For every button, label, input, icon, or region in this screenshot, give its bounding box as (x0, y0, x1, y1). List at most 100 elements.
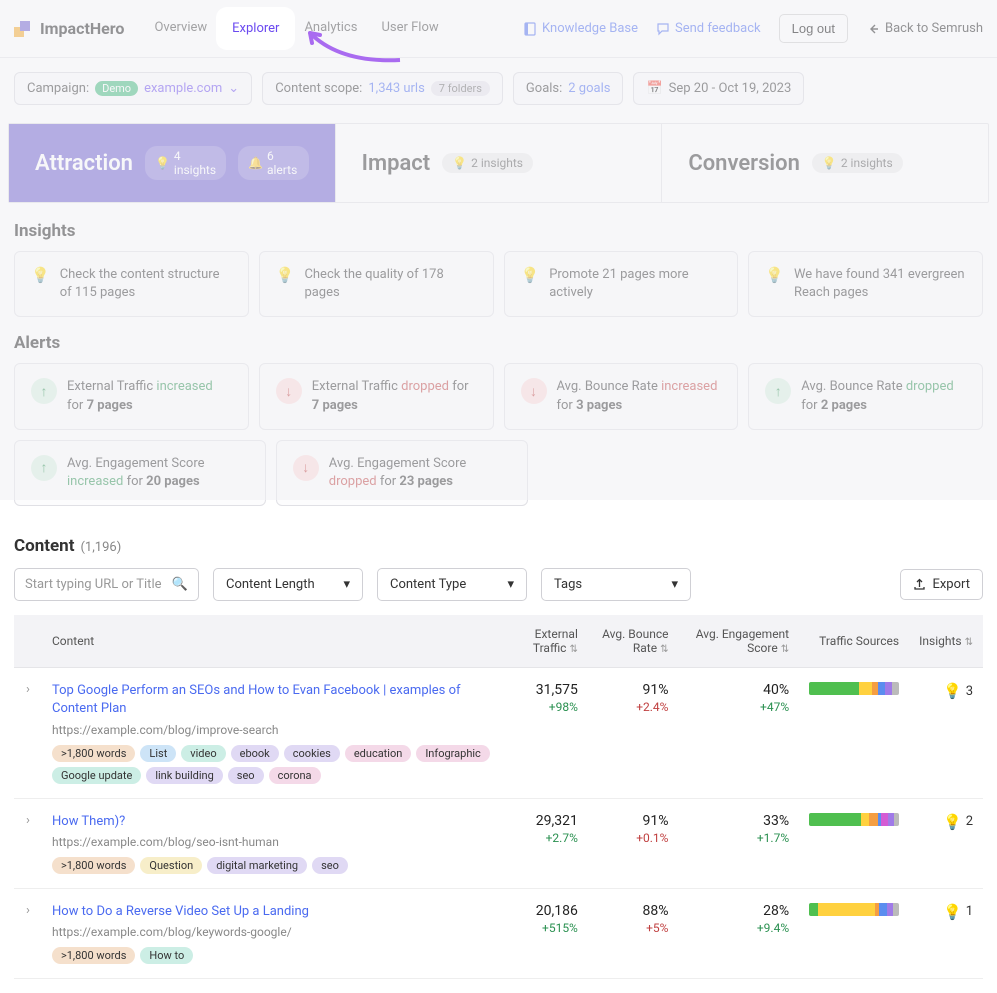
chevron-down-icon: ▾ (507, 577, 514, 592)
trend-up-icon: ↑ (765, 378, 791, 404)
chevron-down-icon: ▾ (343, 577, 350, 592)
tags-filter[interactable]: Tags▾ (541, 568, 691, 601)
alert-card[interactable]: ↑Avg. Engagement Score increased for 20 … (14, 440, 266, 506)
tag[interactable]: List (140, 745, 176, 762)
content-scope-selector[interactable]: Content scope: 1,343 urls 7 folders (262, 72, 503, 105)
bulb-icon: 💡 (943, 903, 962, 921)
trend-down-icon: ↓ (521, 378, 547, 404)
return-arrow-icon (866, 22, 880, 36)
alert-card[interactable]: ↑External Traffic increased for 7 pages (14, 363, 249, 429)
col-engagement[interactable]: Avg. Engagement Score⇅ (678, 615, 799, 668)
expand-row-icon[interactable]: › (26, 813, 30, 828)
tag[interactable]: cookies (284, 745, 340, 762)
sort-icon: ⇅ (781, 644, 789, 655)
col-traffic[interactable]: External Traffic⇅ (501, 615, 588, 668)
col-bounce[interactable]: Avg. Bounce Rate⇅ (588, 615, 679, 668)
logo-icon (14, 19, 34, 39)
traffic-sources-bar[interactable] (809, 903, 899, 916)
tag[interactable]: seo (228, 767, 264, 784)
expand-row-icon[interactable]: › (26, 682, 30, 697)
date-range-selector[interactable]: 📅 Sep 20 - Oct 19, 2023 (633, 72, 804, 105)
tag[interactable]: link building (146, 767, 222, 784)
sort-icon: ⇅ (569, 644, 577, 655)
alert-card[interactable]: ↓Avg. Bounce Rate increased for 3 pages (504, 363, 739, 429)
bulb-icon: 💡 (765, 266, 784, 284)
back-to-semrush-link[interactable]: Back to Semrush (866, 21, 983, 36)
tag[interactable]: >1,800 words (52, 857, 135, 874)
col-content[interactable]: Content (42, 615, 501, 668)
content-title-link[interactable]: How Them)? (52, 813, 491, 831)
bulb-icon: 💡 (943, 682, 962, 700)
tag[interactable]: Google update (52, 767, 141, 784)
tag[interactable]: How to (140, 947, 193, 964)
tag[interactable]: >1,800 words (52, 745, 135, 762)
traffic-sources-bar[interactable] (809, 682, 899, 695)
bulb-icon: 💡 (155, 156, 170, 170)
content-type-filter[interactable]: Content Type▾ (377, 568, 527, 601)
send-feedback-link[interactable]: Send feedback (656, 21, 761, 36)
tag[interactable]: ebook (231, 745, 279, 762)
tab-conversion[interactable]: Conversion 💡2 insights (662, 124, 988, 202)
campaign-selector[interactable]: Campaign: Demo example.com ⌄ (14, 72, 252, 105)
insight-card[interactable]: 💡We have found 341 evergreen Reach pages (748, 251, 983, 317)
chat-icon (656, 22, 670, 36)
book-icon (523, 22, 537, 36)
search-input[interactable]: Start typing URL or Title 🔍 (14, 568, 199, 601)
export-icon (913, 578, 926, 591)
content-count: (1,196) (80, 540, 121, 555)
tab-impact[interactable]: Impact 💡2 insights (336, 124, 663, 202)
table-row: › How Them)? https://example.com/blog/seo-… (14, 798, 983, 888)
logout-button[interactable]: Log out (779, 14, 848, 43)
alert-card[interactable]: ↓Avg. Engagement Score dropped for 23 pa… (276, 440, 528, 506)
nav-explorer[interactable]: Explorer (219, 10, 292, 47)
insights-section: Insights 💡Check the content structure of… (0, 221, 997, 333)
export-button[interactable]: Export (900, 569, 983, 600)
chevron-down-icon: ▾ (671, 577, 678, 592)
bulb-icon: 💡 (452, 156, 467, 170)
traffic-sources-bar[interactable] (809, 813, 899, 826)
alert-card[interactable]: ↓External Traffic dropped for 7 pages (259, 363, 494, 429)
nav-analytics[interactable]: Analytics (292, 10, 369, 47)
tag[interactable]: >1,800 words (52, 947, 135, 964)
logo[interactable]: ImpactHero (14, 19, 124, 39)
bulb-icon: 💡 (276, 266, 295, 284)
tag[interactable]: Infographic (416, 745, 490, 762)
alerts-heading: Alerts (14, 333, 983, 353)
content-length-filter[interactable]: Content Length▾ (213, 568, 363, 601)
bell-icon: 🔔 (248, 156, 263, 170)
filter-bar: Campaign: Demo example.com ⌄ Content sco… (0, 58, 997, 119)
table-row: › Top Google Perform an SEOs and How to E… (14, 668, 983, 798)
nav-overview[interactable]: Overview (142, 10, 219, 47)
tab-attraction[interactable]: Attraction 💡4 insights 🔔6 alerts (9, 124, 336, 202)
content-title-link[interactable]: Top Google Perform an SEOs and How to Ev… (52, 682, 491, 718)
knowledge-base-link[interactable]: Knowledge Base (523, 21, 638, 36)
tag[interactable]: video (181, 745, 225, 762)
bulb-icon: 💡 (943, 813, 962, 831)
bulb-icon: 💡 (521, 266, 540, 284)
bulb-icon: 💡 (822, 156, 837, 170)
content-title-link[interactable]: How to Do a Reverse Video Set Up a Landi… (52, 903, 491, 921)
tag[interactable]: digital marketing (207, 857, 307, 874)
tag[interactable]: seo (312, 857, 348, 874)
tag[interactable]: education (345, 745, 411, 762)
insight-card[interactable]: 💡Promote 21 pages more actively (504, 251, 739, 317)
tag[interactable]: corona (269, 767, 321, 784)
col-insights[interactable]: Insights⇅ (909, 615, 983, 668)
table-row: › How to Do a Reverse Video Set Up a Land… (14, 888, 983, 978)
chevron-down-icon: ⌄ (228, 81, 239, 96)
tag[interactable]: Question (140, 857, 202, 874)
top-header: ImpactHero Overview Explorer Analytics U… (0, 0, 997, 58)
insight-card[interactable]: 💡Check the quality of 178 pages (259, 251, 494, 317)
insight-card[interactable]: 💡Check the content structure of 115 page… (14, 251, 249, 317)
goals-selector[interactable]: Goals: 2 goals (513, 72, 624, 105)
main-nav: Overview Explorer Analytics User Flow (142, 10, 450, 47)
expand-row-icon[interactable]: › (26, 903, 30, 918)
alert-card[interactable]: ↑Avg. Bounce Rate dropped for 2 pages (748, 363, 983, 429)
col-sources[interactable]: Traffic Sources (799, 615, 909, 668)
content-url: https://example.com/blog/seo-isnt-human (52, 835, 491, 849)
alerts-section: Alerts ↑External Traffic increased for 7… (0, 333, 997, 522)
nav-userflow[interactable]: User Flow (369, 10, 450, 47)
sort-icon: ⇅ (965, 637, 973, 648)
trend-down-icon: ↓ (293, 455, 319, 481)
bulb-icon: 💡 (31, 266, 50, 284)
